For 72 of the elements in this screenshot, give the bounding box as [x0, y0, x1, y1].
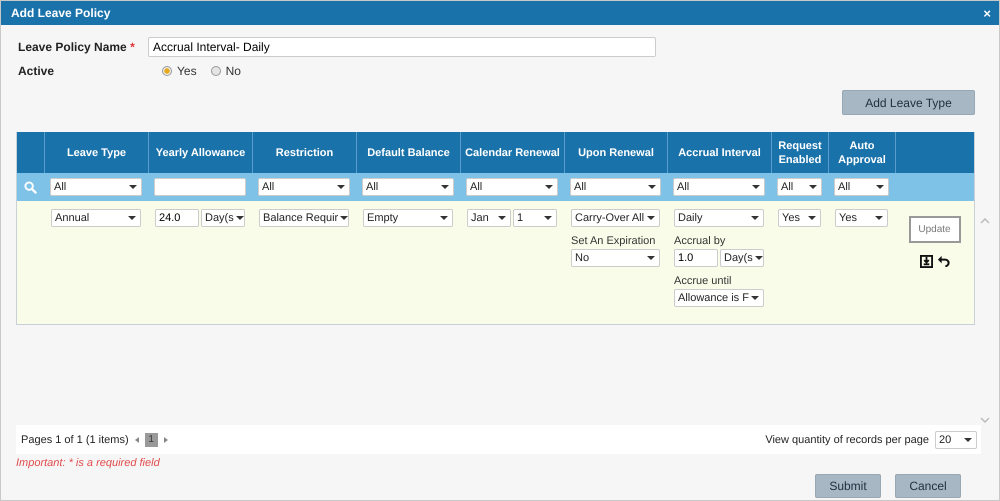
number-field[interactable]: 1.0: [674, 249, 718, 267]
dropdown[interactable]: Day(s: [720, 249, 764, 267]
field-label: Leave Policy Name *: [18, 40, 136, 54]
radio-icon[interactable]: [162, 66, 172, 76]
field-label: Active: [18, 64, 56, 78]
caret-icon[interactable]: [337, 185, 345, 189]
undo-icon[interactable]: [936, 255, 950, 268]
caret-icon[interactable]: [809, 185, 817, 189]
caret-icon[interactable]: [647, 256, 655, 260]
filter-dropdown[interactable]: All: [570, 178, 661, 196]
number-field[interactable]: 24.0: [155, 209, 199, 227]
filter-dropdown[interactable]: All: [362, 178, 454, 196]
window-title: Add Leave Policy: [11, 6, 110, 20]
dropdown[interactable]: Balance Requir: [259, 209, 349, 227]
radio-icon[interactable]: [210, 66, 221, 76]
required-note: Important: * is a required field: [15, 456, 161, 469]
dropdown[interactable]: Carry-Over All: [571, 209, 660, 227]
filter-dropdown[interactable]: All: [466, 178, 558, 196]
caret-icon[interactable]: [876, 185, 884, 189]
field-label: Set An Expiration: [571, 235, 656, 247]
policy-name-field[interactable]: Accrual Interval- Daily: [148, 37, 656, 57]
caret-icon[interactable]: [647, 216, 655, 220]
dropdown[interactable]: Yes: [778, 209, 821, 227]
caret-icon[interactable]: [129, 185, 137, 189]
required-mark: *: [130, 40, 135, 54]
close-button[interactable]: ×: [983, 6, 991, 20]
field-label: Accrue until: [674, 275, 732, 287]
caret-icon[interactable]: [128, 216, 136, 220]
caret-icon[interactable]: [751, 296, 759, 300]
dropdown[interactable]: Day(s: [201, 209, 245, 227]
dropdown[interactable]: Annual: [51, 209, 141, 227]
caret-icon[interactable]: [544, 216, 552, 220]
filter-field[interactable]: [154, 178, 246, 196]
caret-icon[interactable]: [752, 185, 760, 189]
dropdown[interactable]: Daily: [674, 209, 764, 227]
filter-dropdown[interactable]: All: [777, 178, 822, 196]
caret-icon[interactable]: [441, 185, 449, 189]
page-summary: Pages 1 of 1 (1 items): [21, 434, 129, 446]
filter-dropdown[interactable]: All: [50, 178, 142, 196]
per-page-dropdown[interactable]: 20: [935, 430, 977, 448]
caret-icon[interactable]: [754, 256, 763, 260]
caret-icon[interactable]: [875, 216, 883, 220]
next-page-icon[interactable]: [164, 436, 168, 442]
dropdown[interactable]: Jan: [467, 209, 511, 227]
caret-icon[interactable]: [545, 185, 553, 189]
caret-icon[interactable]: [440, 216, 448, 220]
dropdown[interactable]: Allowance is F: [674, 289, 764, 307]
form-button[interactable]: Cancel: [895, 474, 961, 498]
add-leave-type-button[interactable]: Add Leave Type: [842, 90, 975, 115]
page-button[interactable]: 1: [144, 432, 158, 446]
radio-option[interactable]: Yes: [162, 64, 197, 78]
dropdown[interactable]: No: [571, 249, 660, 267]
field-label: Accrual by: [674, 235, 726, 247]
caret-icon[interactable]: [751, 216, 759, 220]
dropdown[interactable]: Yes: [835, 209, 888, 227]
caret-icon[interactable]: [236, 216, 244, 220]
caret-icon[interactable]: [648, 185, 656, 189]
form-button[interactable]: Submit: [815, 474, 881, 498]
dropdown[interactable]: 1: [513, 209, 557, 227]
filter-dropdown[interactable]: All: [673, 178, 765, 196]
per-page-label: View quantity of records per page: [765, 434, 929, 446]
previous-page-icon[interactable]: [134, 436, 139, 442]
update-button[interactable]: Update: [908, 216, 960, 243]
caret-icon[interactable]: [340, 216, 348, 220]
caret-icon[interactable]: [808, 216, 816, 220]
filter-dropdown[interactable]: All: [834, 178, 889, 196]
dropdown[interactable]: Empty: [363, 209, 453, 227]
filter-dropdown[interactable]: All: [258, 178, 350, 196]
caret-icon[interactable]: [964, 438, 972, 442]
caret-icon[interactable]: [498, 216, 506, 220]
save-icon[interactable]: [920, 255, 932, 268]
radio-option[interactable]: No: [210, 64, 241, 78]
